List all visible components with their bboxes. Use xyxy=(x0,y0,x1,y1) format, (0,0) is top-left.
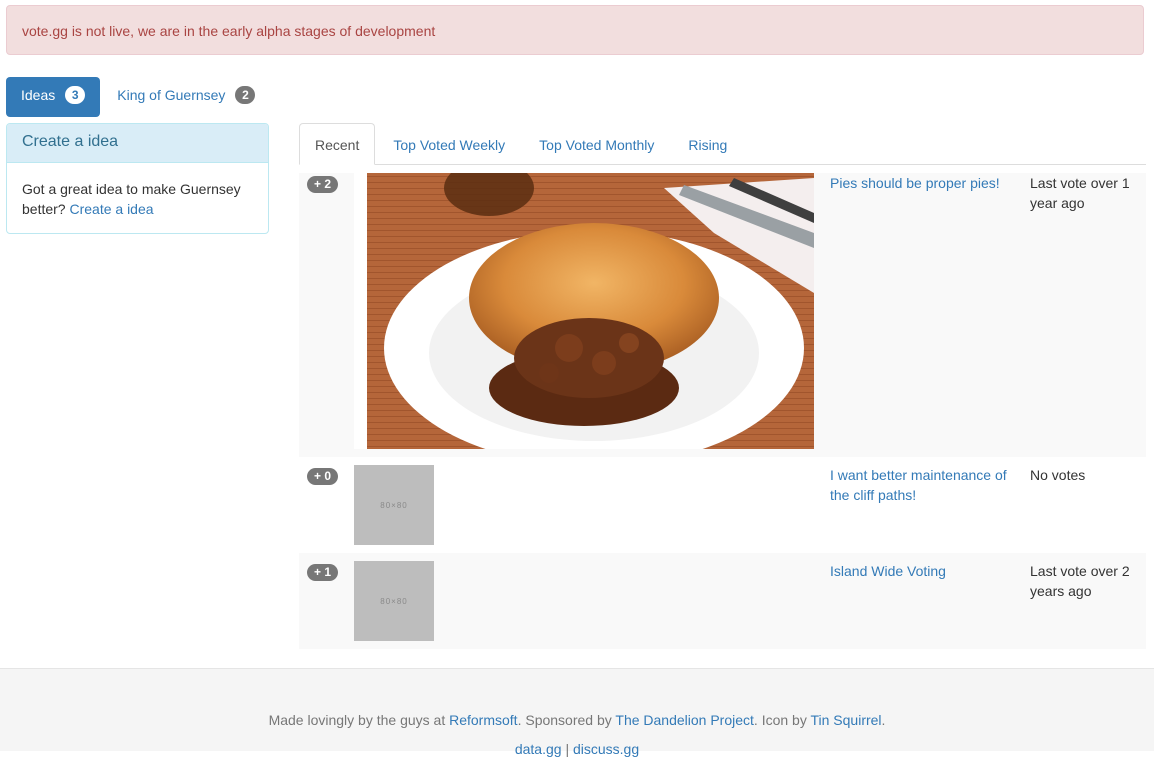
idea-title-link[interactable]: Pies should be proper pies! xyxy=(830,173,1020,193)
tab-rising[interactable]: Rising xyxy=(672,123,743,165)
nav-pills: Ideas 3 King of Guernsey 2 xyxy=(6,77,272,117)
idea-row: + 0 80×80 I want better maintenance of t… xyxy=(299,457,1146,553)
vote-count-badge: + 2 xyxy=(307,176,339,193)
tab-top-voted-monthly[interactable]: Top Voted Monthly xyxy=(523,123,670,165)
data-gg-link[interactable]: data.gg xyxy=(515,741,562,757)
panel-body: Got a great idea to make Guernsey better… xyxy=(7,163,268,219)
create-idea-link[interactable]: Create a idea xyxy=(69,201,153,217)
alert-text: vote.gg is not live, we are in the early… xyxy=(22,23,436,39)
idea-title-link[interactable]: Island Wide Voting xyxy=(830,561,1020,581)
pill-ideas-label: Ideas xyxy=(21,87,56,103)
alpha-warning-alert: vote.gg is not live, we are in the early… xyxy=(6,5,1144,55)
footer-icon-by-text: . Icon by xyxy=(753,712,807,728)
pill-ideas-count-badge: 3 xyxy=(65,86,86,104)
create-idea-panel: Create a idea Got a great idea to make G… xyxy=(6,123,269,234)
footer-separator: | xyxy=(565,741,570,757)
tin-squirrel-link[interactable]: Tin Squirrel xyxy=(810,712,881,728)
idea-status: Last vote over 2 years ago xyxy=(1030,563,1130,599)
sort-tabs: Recent Top Voted Weekly Top Voted Monthl… xyxy=(299,123,1146,165)
footer-prefix: Made lovingly by the guys at xyxy=(268,712,446,728)
placeholder-size-text: 80×80 xyxy=(380,500,408,510)
pill-ideas[interactable]: Ideas 3 xyxy=(6,77,101,117)
idea-row: + 2 Pies should be proper pies! Last vot… xyxy=(299,173,1146,457)
idea-status: No votes xyxy=(1030,467,1086,483)
placeholder-thumbnail: 80×80 xyxy=(354,561,434,641)
idea-row: + 1 80×80 Island Wide Voting Last vote o… xyxy=(299,553,1146,649)
vote-count-badge: + 0 xyxy=(307,468,339,485)
tab-recent[interactable]: Recent xyxy=(299,123,376,165)
dandelion-project-link[interactable]: The Dandelion Project xyxy=(615,712,754,728)
pill-king-label: King of Guernsey xyxy=(117,87,226,103)
placeholder-thumbnail: 80×80 xyxy=(354,465,434,545)
pill-king-count-badge: 2 xyxy=(235,86,256,104)
footer-sponsored-text: . Sponsored by xyxy=(517,712,612,728)
panel-heading: Create a idea xyxy=(7,124,268,163)
reformsoft-link[interactable]: Reformsoft xyxy=(449,712,517,728)
pie-photo-illustration xyxy=(354,173,814,449)
discuss-gg-link[interactable]: discuss.gg xyxy=(573,741,639,757)
vote-count-badge: + 1 xyxy=(307,564,339,581)
placeholder-size-text: 80×80 xyxy=(380,596,408,606)
footer-links: data.gg | discuss.gg xyxy=(0,741,1154,757)
idea-title-link[interactable]: I want better maintenance of the cliff p… xyxy=(830,465,1020,505)
footer: Made lovingly by the guys at Reformsoft.… xyxy=(0,668,1154,757)
footer-period: . xyxy=(881,712,886,728)
pill-king-of-guernsey[interactable]: King of Guernsey 2 xyxy=(102,77,270,117)
tab-top-voted-weekly[interactable]: Top Voted Weekly xyxy=(377,123,521,165)
pie-photo xyxy=(354,173,814,449)
idea-status: Last vote over 1 year ago xyxy=(1030,175,1130,211)
footer-credits: Made lovingly by the guys at Reformsoft.… xyxy=(0,712,1154,728)
